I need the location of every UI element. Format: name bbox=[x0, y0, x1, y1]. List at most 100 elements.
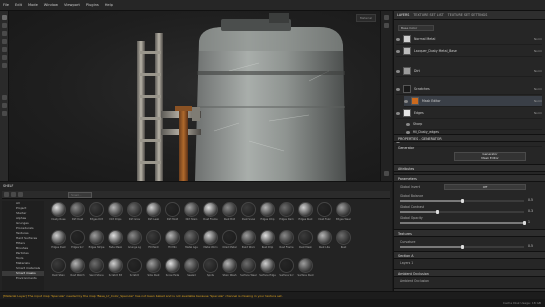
smart-mask-item[interactable]: Scratch bbox=[126, 258, 143, 282]
blend-mode[interactable]: Norm bbox=[534, 37, 542, 41]
smart-mask-item[interactable]: Rust Mask bbox=[297, 230, 314, 254]
view-icon[interactable] bbox=[2, 111, 7, 116]
menu-help[interactable]: Help bbox=[105, 3, 113, 7]
smart-mask-item[interactable]: Stain Wash bbox=[221, 258, 238, 282]
layer-row-selected[interactable]: Mask Editor Norm bbox=[404, 96, 542, 107]
global-invert-toggle[interactable]: Off bbox=[444, 184, 526, 190]
smart-mask-item[interactable]: Spots bbox=[202, 258, 219, 282]
smart-mask-item[interactable]: Dirt Grav bbox=[126, 202, 143, 226]
folder-icon[interactable] bbox=[4, 192, 9, 197]
smart-mask-item[interactable]: Dust Fuzz bbox=[316, 202, 333, 226]
render-icon[interactable] bbox=[384, 23, 389, 28]
smart-mask-item[interactable]: Edges Chip bbox=[259, 202, 276, 226]
smart-mask-item[interactable]: Sand Stone bbox=[88, 258, 105, 282]
smart-mask-item[interactable]: Fill Paint bbox=[145, 230, 162, 254]
layer-row[interactable]: Normal Metal Norm bbox=[396, 34, 542, 45]
smart-mask-item[interactable]: Dust Bird bbox=[221, 202, 238, 226]
tab-texture-set-list[interactable]: TEXTURE SET LIST bbox=[413, 13, 443, 17]
smart-mask-item[interactable]: Oiled Metal bbox=[221, 230, 238, 254]
eye-icon[interactable] bbox=[396, 111, 400, 115]
blend-mode[interactable]: Norm bbox=[534, 99, 542, 103]
smart-mask-item[interactable]: Surface Dust bbox=[297, 258, 314, 282]
smart-mask-item[interactable]: Metal Age bbox=[183, 230, 200, 254]
clone-icon[interactable] bbox=[2, 55, 7, 60]
prop-value[interactable]: 0.3 bbox=[528, 209, 533, 213]
smart-mask-item[interactable]: Side Dust bbox=[145, 258, 162, 282]
layer-row[interactable]: Scratches Norm bbox=[396, 84, 542, 95]
prop-value[interactable]: 0.5 bbox=[528, 198, 533, 202]
smart-mask-item[interactable]: Rust Frame bbox=[278, 230, 295, 254]
smart-mask-item[interactable]: Fade Mask bbox=[107, 230, 124, 254]
smart-mask-item[interactable]: Rust Drip bbox=[259, 230, 276, 254]
smart-mask-item[interactable]: Dirt Stain bbox=[183, 202, 200, 226]
section-a[interactable]: Section A bbox=[394, 251, 545, 259]
menu-file[interactable]: File bbox=[3, 3, 9, 7]
camera-dropdown[interactable]: Material bbox=[355, 14, 376, 22]
attributes-section[interactable]: Attributes bbox=[394, 164, 545, 172]
smart-mask-item[interactable]: Metal Worn bbox=[202, 230, 219, 254]
smart-mask-item[interactable]: Sealed bbox=[183, 258, 200, 282]
smart-mask-item[interactable]: Edges Rust bbox=[297, 202, 314, 226]
channel-dropdown[interactable]: Base Color bbox=[398, 25, 434, 31]
slider-global-contrast[interactable] bbox=[400, 210, 524, 214]
smart-mask-item[interactable]: Dirt Drips bbox=[107, 202, 124, 226]
selection-icon[interactable] bbox=[2, 95, 7, 100]
eye-icon[interactable] bbox=[396, 37, 400, 41]
eye-icon[interactable] bbox=[396, 69, 400, 73]
menu-viewport[interactable]: Viewport bbox=[64, 3, 80, 7]
blend-mode[interactable]: Norm bbox=[534, 87, 542, 91]
shelf-search-input[interactable] bbox=[68, 192, 92, 198]
settings-icon[interactable] bbox=[384, 171, 389, 176]
smart-mask-item[interactable]: Dusty Ruse bbox=[50, 202, 67, 226]
tab-layers[interactable]: LAYERS bbox=[397, 13, 409, 17]
smart-mask-item[interactable]: Scratch Ed bbox=[107, 258, 124, 282]
smudge-icon[interactable] bbox=[2, 47, 7, 52]
ambient-occlusion-section[interactable]: Ambient Occlusion bbox=[394, 269, 545, 277]
smart-mask-item[interactable]: Dust Snow bbox=[240, 202, 257, 226]
smart-mask-item[interactable]: Dirt Leak bbox=[145, 202, 162, 226]
smart-mask-item[interactable]: Surface Edge bbox=[259, 258, 276, 282]
textures-section[interactable]: Textures bbox=[394, 229, 545, 237]
smart-mask-item[interactable]: Edges Stripe bbox=[88, 230, 105, 254]
smart-mask-item[interactable]: Dust Frame bbox=[202, 202, 219, 226]
slider-global-balance[interactable] bbox=[400, 199, 524, 203]
blend-mode[interactable]: Norm bbox=[534, 111, 542, 115]
eye-icon[interactable] bbox=[396, 49, 400, 53]
camera-icon[interactable] bbox=[384, 15, 389, 20]
smart-mask-item[interactable]: Paint Worn bbox=[240, 230, 257, 254]
smart-mask-item[interactable]: Edges Dust bbox=[50, 230, 67, 254]
prop-value[interactable]: 0.5 bbox=[528, 244, 533, 248]
smart-mask-item[interactable]: Rust Watch bbox=[69, 258, 86, 282]
filter-icon[interactable] bbox=[18, 192, 23, 197]
smart-mask-item[interactable]: Edges Dirt bbox=[88, 202, 105, 226]
smart-mask-item[interactable]: Dirt Dust bbox=[69, 202, 86, 226]
prop-value[interactable]: 1 bbox=[528, 220, 530, 224]
paint-brush-icon[interactable] bbox=[2, 15, 7, 20]
blend-mode[interactable]: Norm bbox=[534, 69, 542, 73]
smart-mask-item[interactable]: Surface Wear bbox=[240, 258, 257, 282]
slider-texture[interactable] bbox=[400, 245, 524, 249]
smart-mask-item[interactable]: Rust Lite bbox=[316, 230, 333, 254]
layer-row[interactable]: Lacquer_Dusty Metal_Base Norm bbox=[396, 46, 542, 57]
eye-icon[interactable] bbox=[396, 87, 400, 91]
generator-selector[interactable]: Generator Mask Editor bbox=[454, 152, 526, 161]
projection-icon[interactable] bbox=[2, 31, 7, 36]
eye-icon[interactable] bbox=[406, 122, 410, 126]
menu-plugins[interactable]: Plugins bbox=[86, 3, 99, 7]
blend-mode[interactable]: Norm bbox=[534, 49, 542, 53]
transform-icon[interactable] bbox=[2, 103, 7, 108]
layer-row[interactable]: Edges Norm bbox=[396, 108, 542, 119]
menu-window[interactable]: Window bbox=[44, 3, 58, 7]
smart-mask-item[interactable]: Snow Fade bbox=[164, 258, 181, 282]
tab-texture-set-settings[interactable]: TEXTURE SET SETTINGS bbox=[448, 13, 488, 17]
menu-edit[interactable]: Edit bbox=[15, 3, 22, 7]
smart-mask-item[interactable]: Rust Stain bbox=[50, 258, 67, 282]
smart-mask-item[interactable]: Edges Scr bbox=[69, 230, 86, 254]
shelf-category-item[interactable]: Environments bbox=[2, 276, 44, 281]
color-picker-icon[interactable] bbox=[2, 63, 7, 68]
menu-mode[interactable]: Mode bbox=[28, 3, 38, 7]
smart-mask-item[interactable]: Edges Dam bbox=[278, 202, 295, 226]
layer-row[interactable]: Dirt Norm bbox=[396, 66, 542, 77]
smart-mask-item[interactable]: Dirt Mold bbox=[164, 202, 181, 226]
import-icon[interactable] bbox=[11, 192, 16, 197]
